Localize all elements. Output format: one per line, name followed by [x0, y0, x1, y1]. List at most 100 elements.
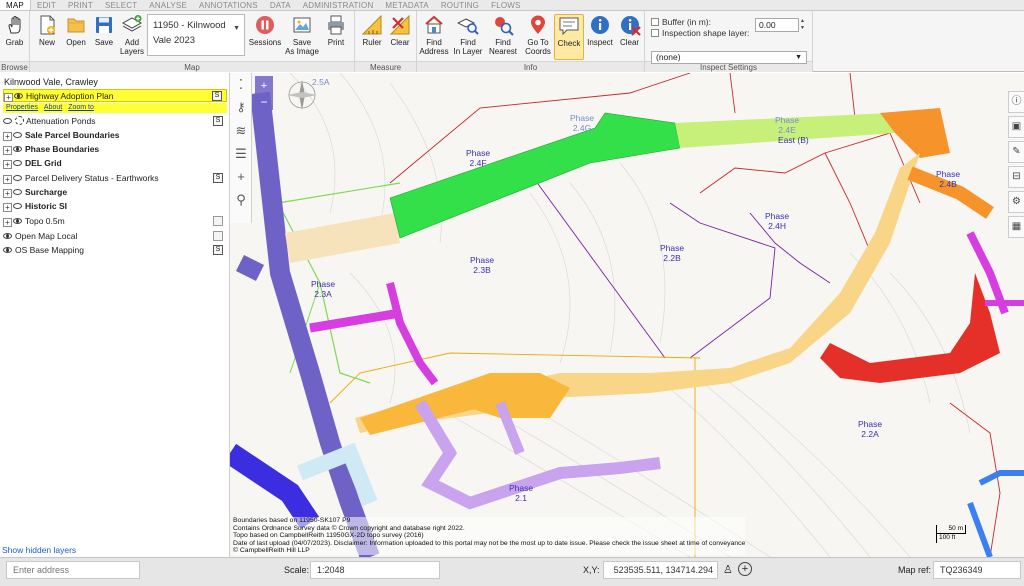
go-to-coords-button[interactable]: Go To Coords: [522, 14, 554, 60]
save-map-button[interactable]: Save: [88, 14, 120, 60]
layer-row-open-map-local[interactable]: Open Map Local: [3, 230, 227, 242]
show-hidden-layers-link[interactable]: Show hidden layers: [2, 545, 76, 555]
expand-icon[interactable]: +: [3, 132, 12, 141]
menu-tab-edit[interactable]: EDIT: [31, 0, 62, 10]
layer-row-surcharge[interactable]: + Surcharge: [3, 186, 227, 198]
clear-measure-button[interactable]: Clear: [384, 14, 416, 60]
table-icon[interactable]: ▦: [1008, 216, 1024, 238]
expand-icon[interactable]: +: [3, 146, 12, 155]
zoom-to-link[interactable]: Zoom to: [68, 104, 94, 111]
eye-icon[interactable]: [13, 203, 22, 209]
grab-button[interactable]: Grab: [0, 14, 29, 60]
eye-icon[interactable]: [13, 132, 22, 138]
style-badge[interactable]: [213, 216, 223, 226]
add-circle-icon[interactable]: +: [738, 562, 752, 576]
eye-icon[interactable]: [14, 93, 23, 99]
check-button[interactable]: Check: [554, 14, 584, 60]
sessions-button[interactable]: Sessions: [248, 14, 282, 60]
expand-icon[interactable]: +: [4, 93, 13, 102]
zoom-out-icon[interactable]: −: [260, 95, 267, 109]
menu-tab-flows[interactable]: FLOWS: [485, 0, 526, 10]
layer-row-parcel-delivery-status[interactable]: + Parcel Delivery Status - Earthworks S: [3, 172, 227, 184]
save-label: Save: [94, 38, 114, 47]
zoom-in-icon[interactable]: +: [261, 80, 267, 92]
menu-tab-print[interactable]: PRINT: [62, 0, 99, 10]
style-badge[interactable]: S: [212, 91, 222, 101]
eye-icon[interactable]: [3, 118, 12, 124]
new-document-icon: [36, 14, 58, 36]
layer-row-del-grid[interactable]: + DEL Grid: [3, 157, 227, 169]
zoom-extent-icon[interactable]: ⁚: [230, 73, 252, 96]
find-nearest-button[interactable]: Find Nearest: [487, 14, 519, 60]
menu-tab-select[interactable]: SELECT: [99, 0, 143, 10]
buffer-input[interactable]: 0.00: [755, 18, 799, 32]
eye-icon[interactable]: [13, 189, 22, 195]
clear-inspect-button[interactable]: Clear: [615, 14, 644, 60]
layers-icon[interactable]: ≋: [230, 119, 252, 142]
menu-tab-annotations[interactable]: ANNOTATIONS: [193, 0, 264, 10]
find-address-button[interactable]: Find Address: [418, 14, 450, 60]
eye-icon[interactable]: [13, 175, 22, 181]
select-box-icon[interactable]: ▣: [1008, 116, 1024, 138]
style-badge[interactable]: S: [213, 116, 223, 126]
layer-panel-title: Kilnwood Vale, Crawley: [4, 77, 98, 87]
style-badge[interactable]: [213, 231, 223, 241]
layer-row-attenuation-ponds[interactable]: Attenuation Ponds S: [3, 115, 227, 127]
shape-layer-select[interactable]: (none) ▼: [651, 51, 807, 64]
about-link[interactable]: About: [44, 104, 62, 111]
menu-tab-metadata[interactable]: METADATA: [379, 0, 434, 10]
print-button[interactable]: Print: [320, 14, 352, 60]
open-label: Open: [66, 38, 86, 47]
shape-layer-checkbox[interactable]: [651, 29, 659, 37]
save-as-image-button[interactable]: Save As Image: [284, 14, 320, 60]
address-input[interactable]: [6, 561, 140, 579]
shape-layer-label: Inspection shape layer:: [662, 28, 750, 38]
layer-row-highlight-adoption-plan[interactable]: + Highway Adoption Plan S: [3, 89, 227, 102]
layer-row-historic-si[interactable]: + Historic SI: [3, 200, 227, 212]
eye-icon[interactable]: [13, 160, 22, 166]
buffer-spinner-icon[interactable]: ▲ ▼: [800, 18, 808, 32]
shape-layer-value: (none): [656, 52, 681, 62]
add-layers-button[interactable]: Add Layers: [117, 14, 147, 60]
style-badge[interactable]: S: [213, 173, 223, 183]
key-icon[interactable]: ⚷: [230, 96, 252, 119]
inspect-button[interactable]: Inspect: [584, 14, 616, 60]
scale-input[interactable]: 1:2048: [310, 561, 440, 579]
nearest-search-icon: [492, 14, 514, 36]
eye-icon[interactable]: [13, 146, 22, 152]
xy-label: X,Y:: [583, 565, 600, 575]
expand-icon[interactable]: +: [3, 218, 12, 227]
eye-icon[interactable]: [13, 218, 22, 224]
menu-tab-administration[interactable]: ADMINISTRATION: [297, 0, 380, 10]
layer-row-topo[interactable]: + Topo 0.5m: [3, 215, 227, 227]
search-icon[interactable]: ⚲: [230, 188, 252, 211]
expand-icon[interactable]: +: [3, 203, 12, 212]
menu-tab-data[interactable]: DATA: [264, 0, 297, 10]
style-badge[interactable]: S: [213, 245, 223, 255]
expand-icon[interactable]: +: [3, 189, 12, 198]
eye-icon[interactable]: [3, 233, 12, 239]
locate-person-icon[interactable]: ♙: [723, 563, 733, 576]
eye-icon[interactable]: [3, 247, 12, 253]
menu-icon[interactable]: ☰: [230, 142, 252, 165]
layer-row-phase-boundaries[interactable]: + Phase Boundaries: [3, 143, 227, 155]
layer-row-os-base-mapping[interactable]: OS Base Mapping S: [3, 244, 227, 256]
buffer-checkbox[interactable]: [651, 18, 659, 26]
menu-tab-map[interactable]: MAP: [0, 0, 31, 10]
ribbon-group-info: Find Address Find In Layer Find Nearest …: [417, 11, 645, 72]
menu-tab-analyse[interactable]: ANALYSE: [143, 0, 193, 10]
layer-row-sale-parcel-boundaries[interactable]: + Sale Parcel Boundaries: [3, 129, 227, 141]
gear-icon[interactable]: ⚙: [1008, 191, 1024, 213]
edit-icon[interactable]: ✎: [1008, 141, 1024, 163]
find-in-layer-button[interactable]: Find In Layer: [452, 14, 484, 60]
expand-icon[interactable]: +: [3, 175, 12, 184]
map-selector-dropdown[interactable]: 11950 - Kilnwood Vale 2023 ▼: [147, 14, 245, 56]
map-canvas[interactable]: + − ⁚ ⚷ ≋ ☰ + ⚲ ⓘ ▣ ✎ ⊟ ⚙ ▦ 2.5A Phase 2…: [230, 73, 1024, 557]
expand-icon[interactable]: +: [3, 160, 12, 169]
info-icon[interactable]: ⓘ: [1008, 91, 1024, 113]
plus-icon[interactable]: +: [230, 165, 252, 188]
menu-tab-routing[interactable]: ROUTING: [435, 0, 485, 10]
properties-link[interactable]: Properties: [6, 104, 38, 111]
measure-icon[interactable]: ⊟: [1008, 166, 1024, 188]
new-map-button[interactable]: New: [31, 14, 63, 60]
